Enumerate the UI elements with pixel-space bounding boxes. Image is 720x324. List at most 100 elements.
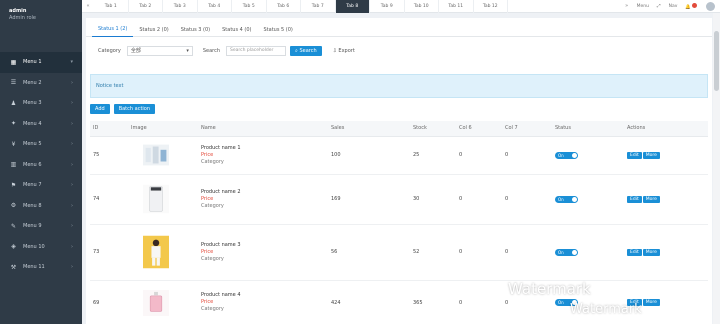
bell-icon[interactable]: 🔔 xyxy=(681,2,701,10)
content-icon: ✎ xyxy=(10,222,17,230)
edit-button[interactable]: Edit xyxy=(627,248,642,256)
tab-6[interactable]: Tab 6 xyxy=(267,0,301,13)
more-button[interactable]: More xyxy=(642,248,660,256)
edit-button[interactable]: Edit xyxy=(627,195,642,203)
finance-icon: ¥ xyxy=(11,140,16,148)
top-tab-bar: « Tab 1 Tab 2 Tab 3 Tab 4 Tab 5 Tab 6 Ta… xyxy=(82,0,720,13)
col-stock[interactable]: Stock xyxy=(410,121,456,137)
product-image[interactable] xyxy=(128,224,198,281)
gear-icon: ⚙ xyxy=(10,202,17,210)
sidebar-item-4[interactable]: ✦ Menu 4 › xyxy=(0,114,82,135)
search-input[interactable]: Search placeholder xyxy=(226,45,287,56)
chevron-right-icon: › xyxy=(71,264,73,271)
chart-icon: ▥ xyxy=(10,161,17,169)
download-icon: ⇩ xyxy=(332,47,337,54)
sidebar-item-1[interactable]: ▦ Menu 1 ▾ xyxy=(0,52,82,73)
tab-11[interactable]: Tab 11 xyxy=(439,0,474,13)
avatar[interactable] xyxy=(706,1,715,11)
cell-status: On xyxy=(552,224,624,281)
cell-6: 0 xyxy=(456,224,502,281)
tab-1[interactable]: Tab 1 xyxy=(94,0,129,13)
tab-menu[interactable]: Menu xyxy=(633,4,653,9)
more-button[interactable]: More xyxy=(642,299,660,306)
scrollbar-thumb[interactable] xyxy=(714,31,719,91)
sidebar-item-8[interactable]: ⚙ Menu 8 › xyxy=(0,196,82,217)
export-button[interactable]: ⇩ Export xyxy=(328,46,360,56)
sidebar-item-9[interactable]: ✎ Menu 9 › xyxy=(0,216,82,237)
filter-bar: Category 全部 ▾ Search Search placeholder ⌕… xyxy=(86,44,712,57)
search-icon: ⌕ xyxy=(295,47,298,54)
chevron-right-icon: › xyxy=(71,223,73,230)
product-category: Category xyxy=(201,255,224,262)
status-tab-3[interactable]: Status 3 (0) xyxy=(175,22,216,37)
cell-6: 0 xyxy=(456,280,502,324)
sidebar-item-7[interactable]: ⚑ Menu 7 › xyxy=(0,175,82,196)
product-category: Category xyxy=(201,158,224,165)
status-tab-4[interactable]: Status 4 (0) xyxy=(216,22,257,37)
sidebar-item-5[interactable]: ¥ Menu 5 › xyxy=(0,134,82,155)
product-price: Price xyxy=(201,248,214,255)
product-category: Category xyxy=(201,306,224,312)
watermark-line-1: Watermark xyxy=(508,280,591,298)
tab-9[interactable]: Tab 9 xyxy=(370,0,405,13)
status-tab-5[interactable]: Status 5 (0) xyxy=(258,22,299,37)
sidebar-item-label: Menu 3 xyxy=(23,100,42,107)
app-icon: ◈ xyxy=(11,243,16,251)
sidebar-item-label: Menu 8 xyxy=(23,202,42,209)
sidebar-item-2[interactable]: ☰ Menu 2 › xyxy=(0,73,82,94)
product-image[interactable] xyxy=(128,174,198,225)
category-select[interactable]: 全部 ▾ xyxy=(126,45,193,56)
sidebar-item-label: Menu 7 xyxy=(23,182,42,189)
status-tab-1[interactable]: Status 1 (2) xyxy=(92,22,134,37)
col-7[interactable]: Col 7 xyxy=(502,121,552,137)
status-toggle[interactable]: On xyxy=(555,195,578,203)
add-product-button[interactable]: Add xyxy=(90,104,110,114)
chevron-right-icon[interactable]: » xyxy=(621,3,633,9)
col-id[interactable]: ID xyxy=(90,121,128,137)
sidebar-item-6[interactable]: ▥ Menu 6 › xyxy=(0,155,82,176)
category-label: Category xyxy=(98,47,121,54)
col-sales[interactable]: Sales xyxy=(328,121,410,137)
sidebar-item-label: Menu 5 xyxy=(23,141,42,148)
expand-icon[interactable]: ⤢ xyxy=(653,3,665,9)
top-nav[interactable]: Nav xyxy=(665,4,682,9)
edit-button[interactable]: Edit xyxy=(627,151,642,159)
tab-3[interactable]: Tab 3 xyxy=(163,0,198,13)
product-image[interactable] xyxy=(128,280,198,324)
sidebar-item-label: Menu 11 xyxy=(23,264,45,271)
tab-7[interactable]: Tab 7 xyxy=(301,0,336,13)
more-button[interactable]: More xyxy=(642,151,660,159)
more-button[interactable]: More xyxy=(642,195,660,203)
table-header: ID Image Name Sales Stock Col 6 Col 7 St… xyxy=(90,121,708,137)
tab-4[interactable]: Tab 4 xyxy=(198,0,232,13)
sidebar-item-10[interactable]: ◈ Menu 10 › xyxy=(0,237,82,258)
tab-2[interactable]: Tab 2 xyxy=(129,0,163,13)
alert-text: Notice text xyxy=(96,83,124,89)
product-category: Category xyxy=(201,202,224,209)
search-button[interactable]: ⌕ Search xyxy=(290,45,322,56)
product-name: Product name 4 xyxy=(201,292,241,298)
sidebar-item-3[interactable]: ♟ Menu 3 › xyxy=(0,93,82,114)
export-button-label: Export xyxy=(338,47,355,54)
product-thumbnail xyxy=(143,289,169,316)
chevron-left-icon[interactable]: « xyxy=(82,3,94,9)
tab-8[interactable]: Tab 8 xyxy=(335,0,370,13)
col-6[interactable]: Col 6 xyxy=(456,121,502,137)
sidebar-item-11[interactable]: ⚒ Menu 11 › xyxy=(0,257,82,278)
action-buttons: Add Batch action xyxy=(90,104,159,114)
batch-button[interactable]: Batch action xyxy=(113,104,156,114)
col-status: Status xyxy=(552,121,624,137)
cell-actions: Edit More xyxy=(624,224,708,281)
tab-10[interactable]: Tab 10 xyxy=(405,0,439,13)
promoter-icon: ⚑ xyxy=(10,181,17,189)
tab-12[interactable]: Tab 12 xyxy=(474,0,508,13)
product-image[interactable] xyxy=(128,136,198,175)
page-scrollbar[interactable] xyxy=(713,13,720,324)
status-tab-2[interactable]: Status 2 (0) xyxy=(133,22,174,37)
table-row: 75 Product name 1 Price Category 100 25 … xyxy=(90,136,708,175)
sidebar: admin Admin role ▦ Menu 1 ▾ ☰ Menu 2 › ♟ Menu… xyxy=(0,0,82,324)
sidebar-item-label: Menu 10 xyxy=(23,243,45,250)
status-toggle[interactable]: On xyxy=(555,151,578,159)
status-toggle[interactable]: On xyxy=(555,248,578,256)
tab-5[interactable]: Tab 5 xyxy=(232,0,267,13)
